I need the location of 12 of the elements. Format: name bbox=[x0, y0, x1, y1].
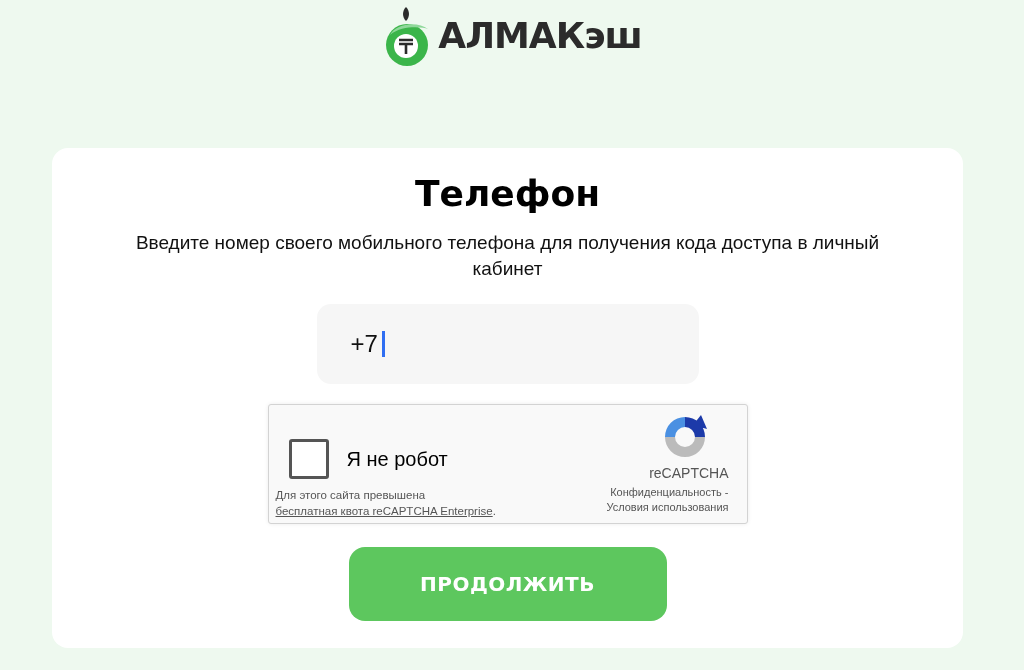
logo-text: АЛМАКэш bbox=[438, 18, 642, 54]
recaptcha-checkbox[interactable] bbox=[288, 439, 329, 479]
card-title: Телефон bbox=[414, 172, 601, 216]
recaptcha-label: Я не робот bbox=[346, 447, 448, 471]
terms-link[interactable]: Условия использования bbox=[606, 501, 729, 513]
phone-field[interactable]: +7 bbox=[316, 304, 699, 384]
card-subtitle: Введите номер своего мобильного телефона для получения кода доступа в личный кабинет bbox=[134, 231, 881, 281]
link-separator: - bbox=[724, 486, 729, 498]
quota-notice: Для этого сайта превышена бесплатная квота reCAPTCHA Enterprise. bbox=[275, 488, 496, 519]
recaptcha-brand: reCAPTCHA bbox=[649, 465, 729, 481]
privacy-link[interactable]: Конфиденциальность bbox=[610, 486, 722, 498]
quota-link[interactable]: бесплатная квота reCAPTCHA Enterprise bbox=[275, 505, 493, 517]
